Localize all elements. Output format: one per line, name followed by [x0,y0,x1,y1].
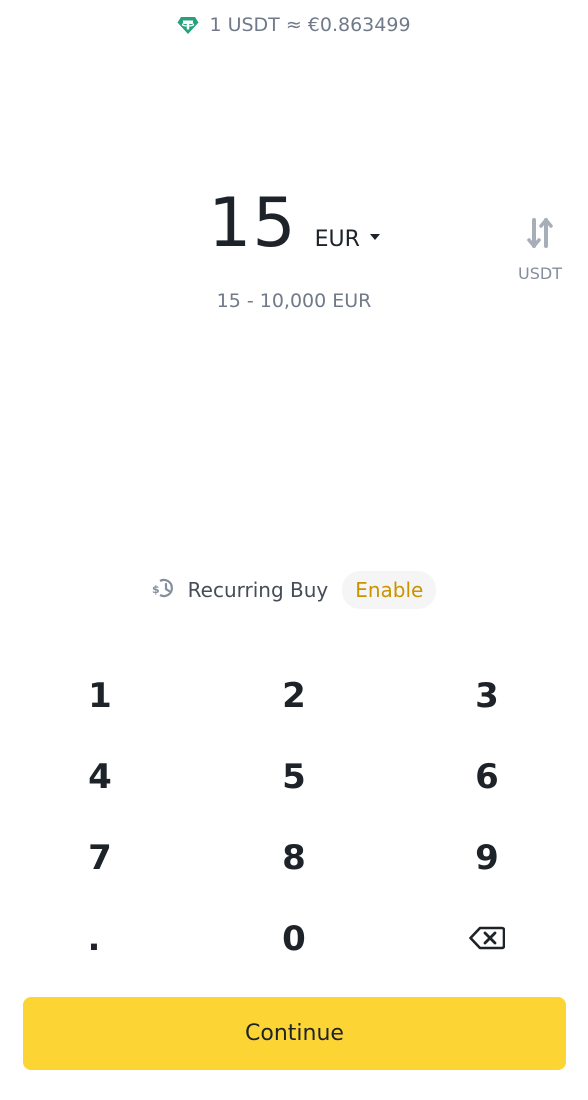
key-9[interactable]: 9 [427,823,547,893]
continue-button[interactable]: Continue [23,997,566,1070]
recurring-buy-label: Recurring Buy [187,578,329,602]
key-decimal[interactable]: . [34,904,154,974]
amount-value: 15 [208,184,297,263]
switch-currency-button[interactable]: USDT [512,218,568,283]
fiat-currency-code: EUR [314,227,360,252]
key-4[interactable]: 4 [40,742,160,812]
buy-crypto-screen: 1 USDT ≈ €0.863499 15 EUR 15 - 10,000 EU… [0,0,588,1100]
key-0[interactable]: 0 [234,904,354,974]
key-7[interactable]: 7 [40,823,160,893]
switch-currency-label: USDT [518,264,562,283]
key-2[interactable]: 2 [234,661,354,731]
amount-range: 15 - 10,000 EUR [216,290,372,312]
fiat-currency-selector[interactable]: EUR [315,227,380,252]
key-6[interactable]: 6 [427,742,547,812]
tether-icon [177,16,199,35]
key-3[interactable]: 3 [427,661,547,731]
backspace-icon [469,919,506,959]
key-8[interactable]: 8 [234,823,354,893]
exchange-rate-text: 1 USDT ≈ €0.863499 [209,14,411,36]
swap-arrows-icon [527,218,553,252]
recurring-buy: $ Recurring Buy Enable [0,571,588,609]
exchange-rate: 1 USDT ≈ €0.863499 [0,14,588,36]
key-5[interactable]: 5 [234,742,354,812]
key-backspace[interactable] [427,904,547,974]
caret-down-icon [369,233,380,240]
enable-recurring-button[interactable]: Enable [342,571,437,609]
key-1[interactable]: 1 [40,661,160,731]
svg-text:$: $ [152,583,160,596]
amount-display: 15 EUR [0,190,588,258]
recurring-dollar-icon: $ [152,576,176,604]
